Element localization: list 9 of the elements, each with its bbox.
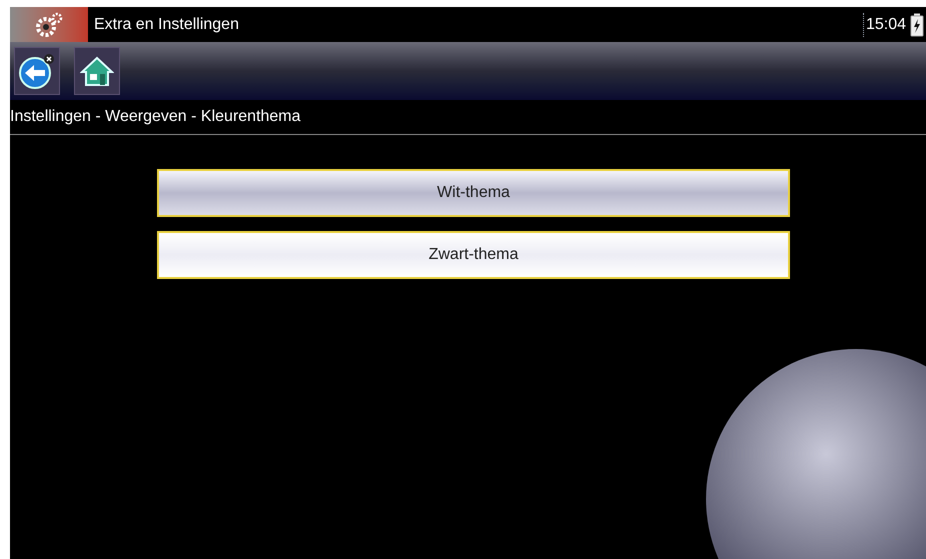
app-icon [10,7,88,42]
clock-time: 15:04 [862,12,908,36]
breadcrumb: Instellingen - Weergeven - Kleurenthema [10,107,301,127]
battery-charging-icon [910,12,924,36]
theme-option[interactable]: Zwart-thema [157,231,790,279]
home-button[interactable] [74,47,120,95]
theme-option[interactable]: Wit-thema [157,169,790,217]
window-title: Extra en Instellingen [94,14,239,34]
back-button[interactable] [14,47,60,95]
